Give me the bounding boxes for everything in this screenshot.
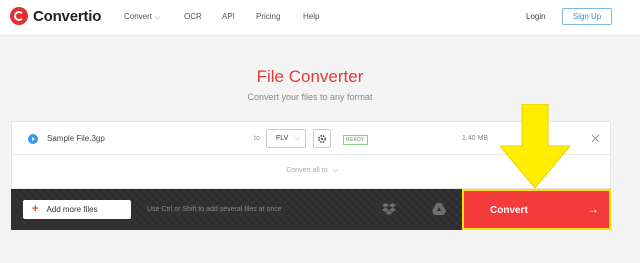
chevron-down-icon: ⌵ <box>294 135 300 142</box>
nav-item-ocr[interactable]: OCR <box>184 12 202 21</box>
upload-bar: + Add more files Use Ctrl or Shift to ad… <box>11 189 463 230</box>
dropbox-button[interactable] <box>379 200 399 218</box>
nav-item-pricing[interactable]: Pricing <box>256 12 280 21</box>
login-link[interactable]: Login <box>526 12 546 21</box>
page-subtitle: Convert your files to any format <box>247 92 373 102</box>
signup-button[interactable]: Sign Up <box>562 8 612 25</box>
nav-item-help[interactable]: Help <box>303 12 319 21</box>
play-icon <box>28 134 38 144</box>
add-more-files-button[interactable]: + Add more files <box>23 200 131 219</box>
plus-icon: + <box>32 203 39 215</box>
close-icon <box>591 134 599 142</box>
logo-text: Convertio <box>33 7 102 25</box>
chevron-down-icon: ⌵ <box>332 167 338 174</box>
dropbox-icon <box>382 203 396 215</box>
google-drive-icon <box>432 203 446 215</box>
header: Convertio Convert ⌵ OCR API Pricing Help … <box>0 0 640 36</box>
to-label: to <box>254 135 260 142</box>
file-name: Sample File.3gp <box>47 134 105 143</box>
logo[interactable]: Convertio <box>10 7 101 25</box>
nav-item-api[interactable]: API <box>222 12 235 21</box>
google-drive-button[interactable] <box>429 200 449 218</box>
file-size: 1.40 MB <box>462 135 489 142</box>
nav-label: Convert <box>124 12 153 21</box>
format-select[interactable]: FLV ⌵ <box>266 129 306 148</box>
logo-icon <box>10 7 28 25</box>
chevron-down-icon: ⌵ <box>155 14 161 21</box>
page-title: File Converter <box>256 67 364 86</box>
status-badge: READY <box>343 135 368 145</box>
convert-all-label: Convert all to <box>286 167 328 174</box>
remove-file-button[interactable] <box>588 130 602 146</box>
arrow-right-icon: → <box>587 202 599 216</box>
nav-item-convert[interactable]: Convert ⌵ <box>124 12 160 22</box>
gear-icon <box>317 134 327 143</box>
format-value: FLV <box>276 135 289 142</box>
multi-select-hint: Use Ctrl or Shift to add several files a… <box>147 206 282 213</box>
annotation-arrow-icon <box>500 104 570 188</box>
settings-button[interactable] <box>313 129 331 148</box>
convert-label: Convert <box>490 205 528 216</box>
convert-button[interactable]: Convert → <box>462 189 611 230</box>
add-files-label: Add more files <box>46 205 98 214</box>
